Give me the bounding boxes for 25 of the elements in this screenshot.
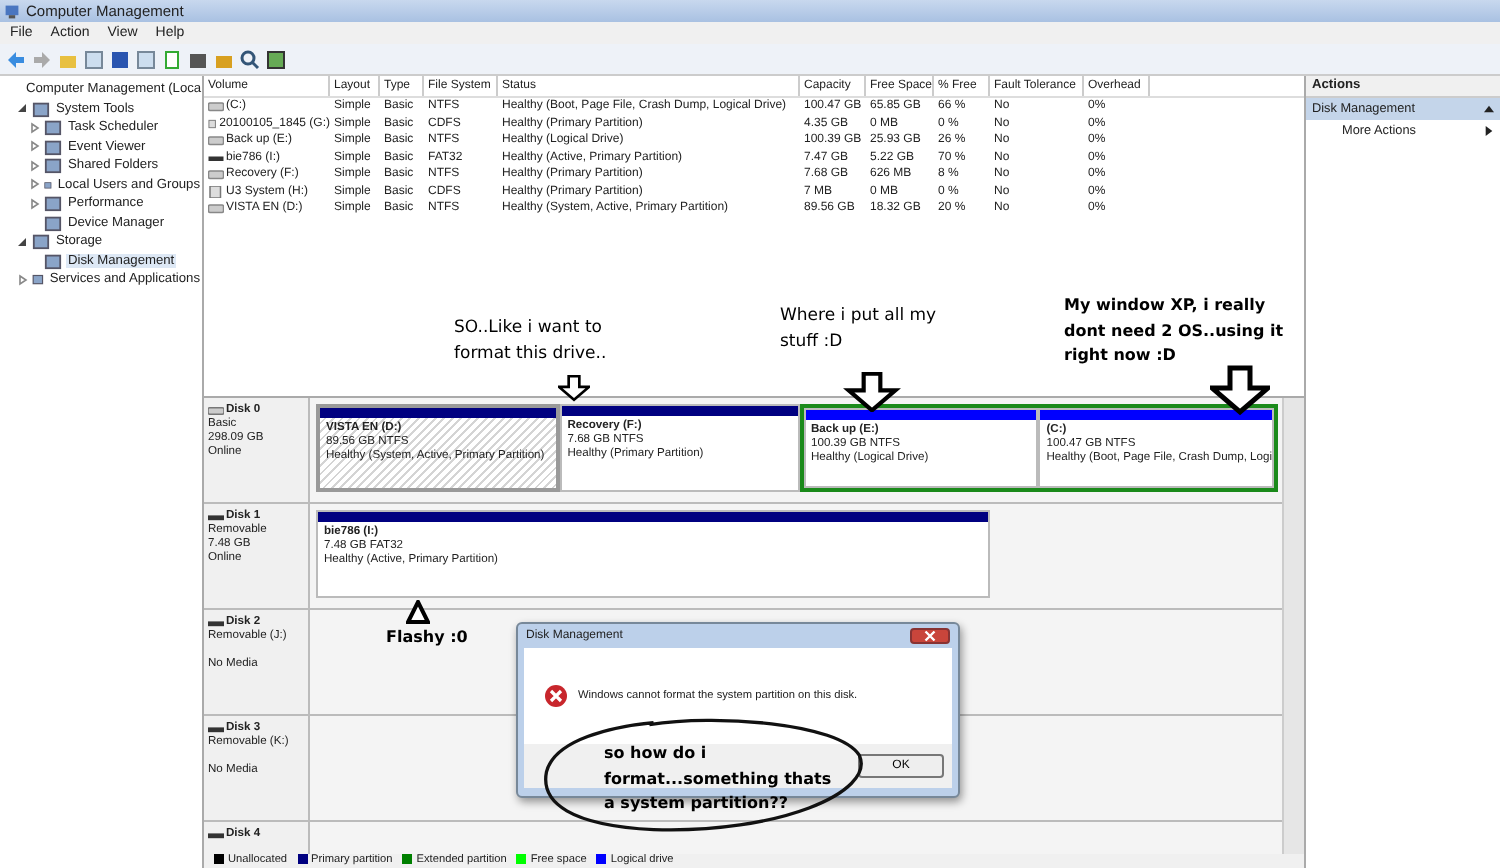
annotation-text: Flashy :0: [386, 626, 470, 650]
expand-arrow-icon[interactable]: [28, 121, 40, 134]
window-icon[interactable]: [136, 49, 156, 69]
expand-arrow-icon[interactable]: [28, 140, 40, 153]
scrollbar[interactable]: [1282, 398, 1304, 854]
expand-arrow-icon[interactable]: [28, 178, 40, 191]
error-icon: [544, 684, 568, 708]
window-icon[interactable]: [84, 49, 104, 69]
close-icon: [924, 630, 936, 642]
annotation-text: Where i put all my stuff :D: [780, 304, 939, 354]
collapse-arrow-icon[interactable]: [16, 235, 28, 248]
back-arrow-icon[interactable]: [6, 49, 26, 69]
collapse-arrow-icon[interactable]: [1484, 104, 1494, 114]
expand-arrow-icon[interactable]: [28, 159, 40, 172]
forward-arrow-icon[interactable]: [32, 49, 52, 69]
submenu-arrow-icon[interactable]: [1484, 126, 1494, 136]
annotation-text: My window XP, i really dont need 2 OS..using it right now :D: [1064, 294, 1286, 368]
annotation-text: SO..Like i want to format this drive..: [454, 316, 609, 366]
close-button[interactable]: [910, 628, 950, 644]
search-icon[interactable]: [240, 49, 260, 69]
expand-arrow-icon[interactable]: [16, 273, 28, 286]
expand-arrow-icon[interactable]: [28, 197, 40, 210]
computer-icon: [4, 3, 20, 19]
collapse-arrow-icon[interactable]: [16, 102, 28, 115]
annotation-text: so how do i format...something thats a system partition??: [604, 742, 834, 816]
